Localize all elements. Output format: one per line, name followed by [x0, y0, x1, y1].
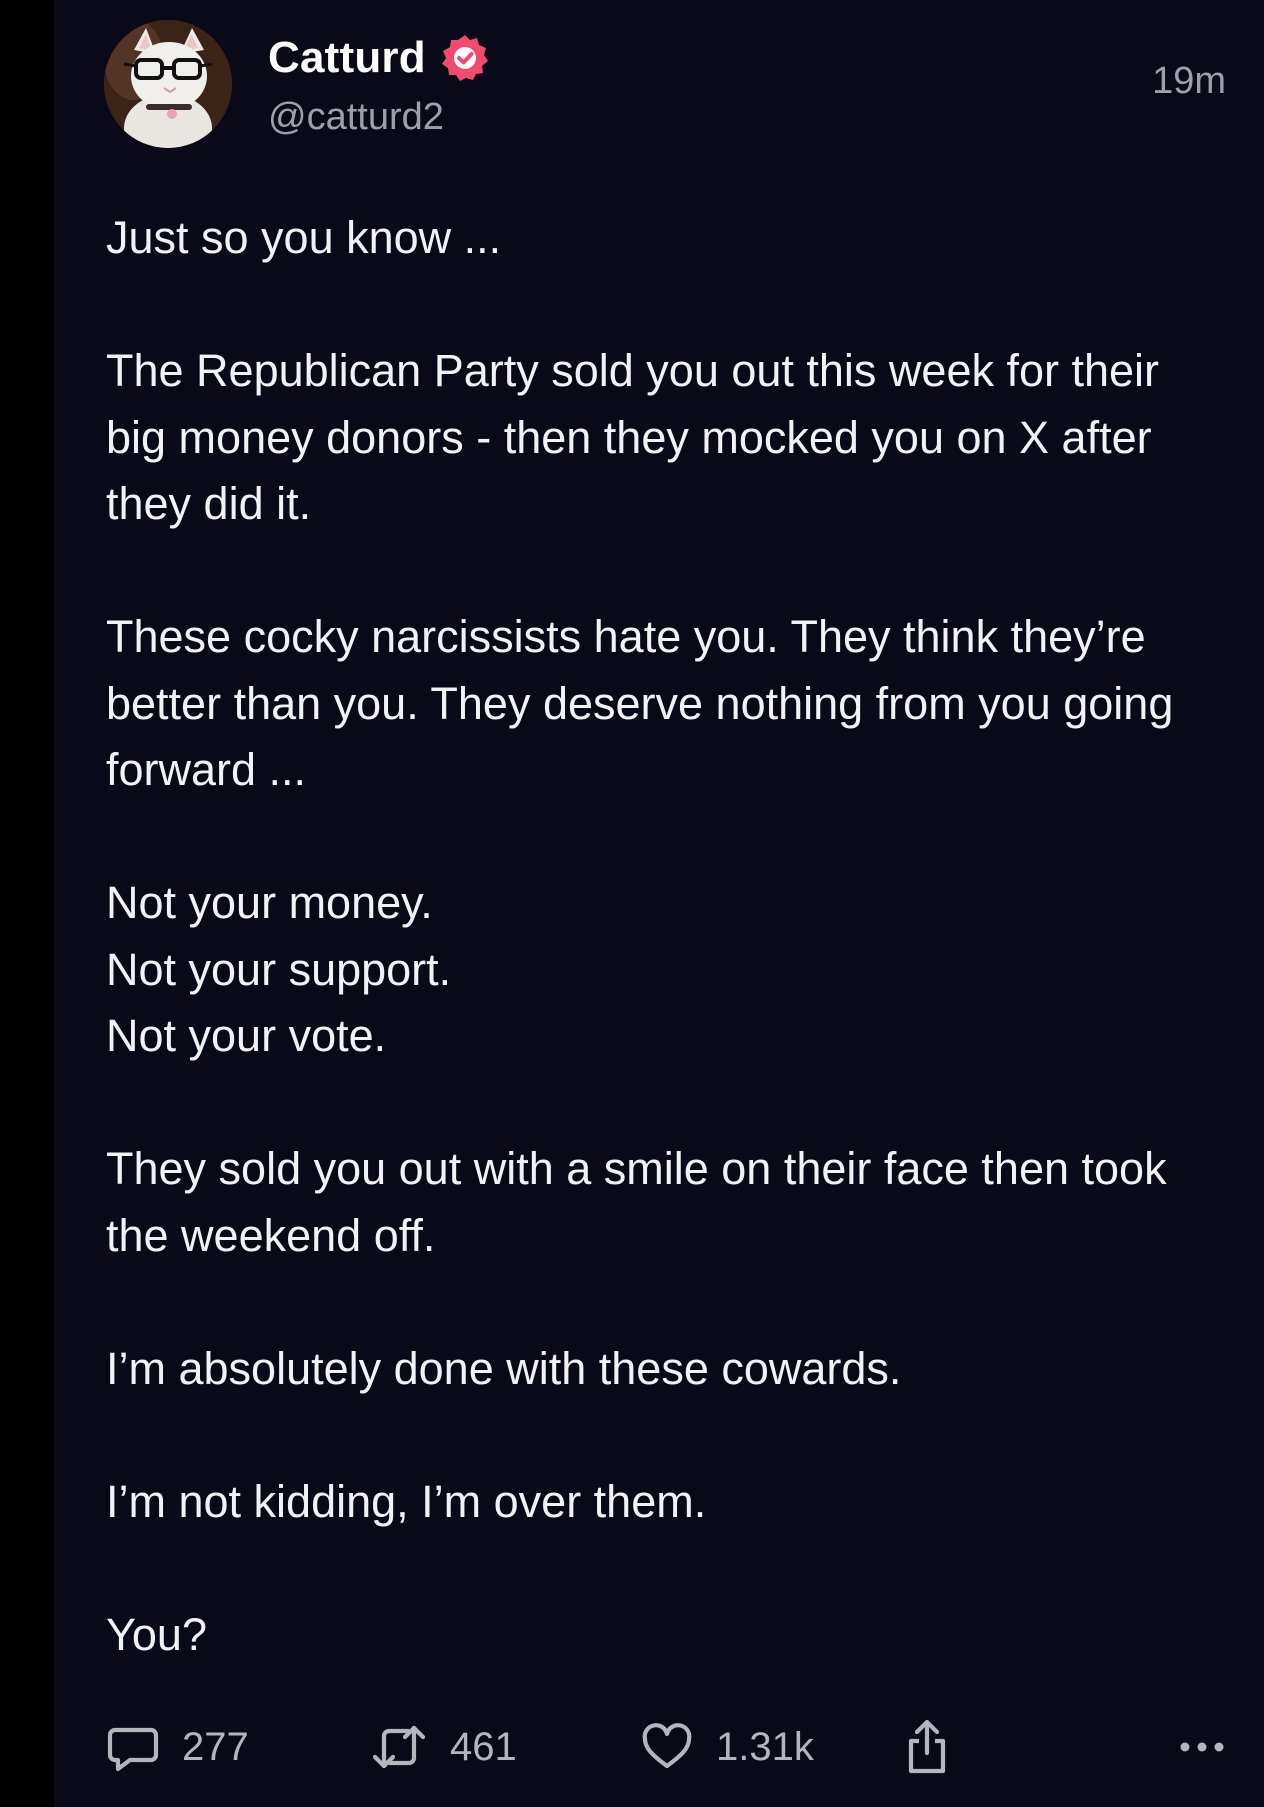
heart-icon: [642, 1723, 692, 1769]
like-button[interactable]: 1.31k: [640, 1712, 814, 1782]
post-text: Just so you know ... The Republican Part…: [106, 212, 1174, 1660]
reply-icon: [107, 1727, 159, 1772]
share-button[interactable]: [900, 1712, 954, 1782]
action-bar: 277 461 1.31k: [106, 1712, 1226, 1782]
repost-count: 461: [450, 1724, 517, 1769]
timestamp[interactable]: 19m: [1152, 60, 1226, 103]
avatar-image: [104, 20, 232, 148]
more-options-button[interactable]: [1178, 1712, 1226, 1782]
reply-count: 277: [182, 1724, 249, 1769]
author-name-row: Catturd: [268, 28, 490, 88]
repost-button[interactable]: 461: [370, 1712, 517, 1782]
verified-badge-icon: [440, 33, 490, 83]
like-count: 1.31k: [716, 1724, 814, 1769]
handle[interactable]: @catturd2: [268, 96, 444, 139]
left-strip: [0, 0, 54, 1807]
reply-button[interactable]: 277: [106, 1712, 249, 1782]
avatar[interactable]: [104, 20, 232, 148]
repost-icon: [372, 1725, 426, 1769]
display-name[interactable]: Catturd: [268, 33, 426, 83]
more-icon: [1180, 1742, 1224, 1752]
share-icon: [908, 1719, 946, 1774]
